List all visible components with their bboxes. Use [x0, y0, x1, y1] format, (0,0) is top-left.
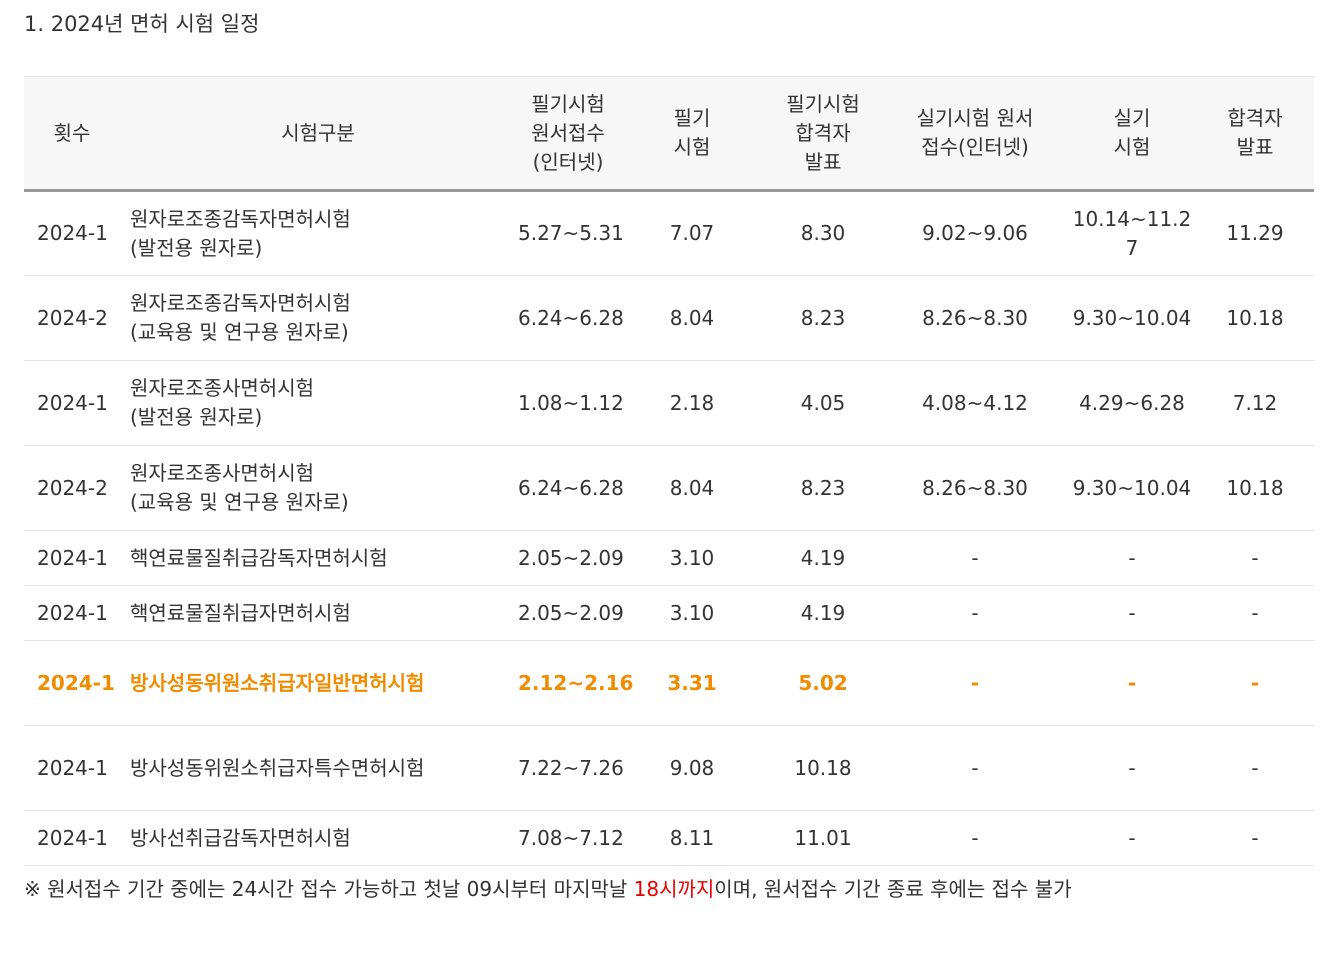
cell-practical-exam: - — [1068, 585, 1196, 641]
cell-practical-apply: 8.26~8.30 — [882, 445, 1068, 531]
cell-exam-type: 원자로조종사면허시험 (교육용 및 연구용 원자로) — [120, 445, 516, 531]
cell-written-apply: 2.12~2.16 — [516, 640, 633, 726]
cell-round: 2024-1 — [24, 810, 120, 866]
cell-round: 2024-1 — [24, 725, 120, 811]
cell-written-result: 11.01 — [764, 810, 882, 866]
cell-written-result: 4.19 — [764, 530, 882, 586]
footnote-text: ※ 원서접수 기간 중에는 24시간 접수 가능하고 첫날 09시부터 마지막날 — [24, 877, 634, 901]
table-row: 2024-2 원자로조종감독자면허시험 (교육용 및 연구용 원자로) 6.24… — [24, 275, 1314, 361]
cell-written-exam: 7.07 — [620, 190, 764, 276]
cell-final-result: 11.29 — [1196, 190, 1314, 276]
header-round: 횟수 — [24, 76, 120, 192]
header-exam-type: 시험구분 — [120, 76, 516, 192]
cell-final-result: - — [1196, 810, 1314, 866]
cell-exam-type: 핵연료물질취급감독자면허시험 — [120, 530, 516, 586]
cell-practical-apply: 4.08~4.12 — [882, 360, 1068, 446]
cell-final-result: - — [1196, 725, 1314, 811]
cell-practical-apply: 8.26~8.30 — [882, 275, 1068, 361]
footnote-text-end: 이며, 원서접수 기간 종료 후에는 접수 불가 — [714, 877, 1072, 901]
header-written-apply: 필기시험 원서접수 (인터넷) — [516, 76, 620, 192]
cell-written-exam: 3.10 — [620, 530, 764, 586]
header-final-result: 합격자 발표 — [1196, 76, 1314, 192]
cell-round: 2024-1 — [24, 530, 120, 586]
cell-exam-type: 방사성동위원소취급자일반면허시험 — [120, 640, 516, 726]
cell-written-exam: 8.04 — [620, 445, 764, 531]
cell-written-exam: 8.04 — [620, 275, 764, 361]
cell-exam-type: 원자로조종사면허시험 (발전용 원자로) — [120, 360, 516, 446]
cell-written-apply: 2.05~2.09 — [516, 530, 624, 586]
cell-exam-type: 방사선취급감독자면허시험 — [120, 810, 516, 866]
cell-practical-apply: - — [882, 640, 1068, 726]
cell-written-result: 8.23 — [764, 275, 882, 361]
cell-final-result: - — [1196, 640, 1314, 726]
footnote-deadline-highlight: 18시까지 — [633, 877, 715, 901]
cell-written-apply: 1.08~1.12 — [516, 360, 624, 446]
cell-practical-apply: - — [882, 530, 1068, 586]
table-row: 2024-1 방사성동위원소취급자특수면허시험 7.22~7.26 9.08 1… — [24, 725, 1314, 811]
cell-written-result: 5.02 — [764, 640, 882, 726]
table-row-highlighted: 2024-1 방사성동위원소취급자일반면허시험 2.12~2.16 3.31 5… — [24, 640, 1314, 726]
cell-written-apply: 6.24~6.28 — [516, 445, 624, 531]
cell-final-result: 7.12 — [1196, 360, 1314, 446]
cell-written-result: 10.18 — [764, 725, 882, 811]
cell-final-result: 10.18 — [1196, 445, 1314, 531]
cell-round: 2024-1 — [24, 640, 120, 726]
cell-practical-exam: - — [1068, 640, 1196, 726]
cell-practical-exam: 10.14~11.2 7 — [1068, 190, 1196, 276]
table-body: 2024-1 원자로조종감독자면허시험 (발전용 원자로) 5.27~5.31 … — [24, 190, 1314, 866]
cell-practical-exam: 4.29~6.28 — [1068, 360, 1196, 446]
cell-practical-exam: 9.30~10.04 — [1068, 445, 1196, 531]
table-row: 2024-1 원자로조종사면허시험 (발전용 원자로) 1.08~1.12 2.… — [24, 360, 1314, 446]
header-written-exam: 필기 시험 — [620, 76, 764, 192]
cell-written-exam: 8.11 — [620, 810, 764, 866]
cell-practical-apply: - — [882, 810, 1068, 866]
cell-written-apply: 7.22~7.26 — [516, 725, 624, 811]
application-footnote: ※ 원서접수 기간 중에는 24시간 접수 가능하고 첫날 09시부터 마지막날… — [24, 870, 1284, 908]
header-practical-apply: 실기시험 원서 접수(인터넷) — [882, 76, 1068, 192]
cell-exam-type: 핵연료물질취급자면허시험 — [120, 585, 516, 641]
header-written-result: 필기시험 합격자 발표 — [764, 76, 882, 192]
cell-exam-type: 원자로조종감독자면허시험 (교육용 및 연구용 원자로) — [120, 275, 516, 361]
cell-written-apply: 6.24~6.28 — [516, 275, 624, 361]
table-header: 횟수 시험구분 필기시험 원서접수 (인터넷) 필기 시험 필기시험 합격자 발… — [24, 76, 1314, 192]
cell-written-exam: 9.08 — [620, 725, 764, 811]
cell-round: 2024-1 — [24, 360, 120, 446]
cell-practical-exam: 9.30~10.04 — [1068, 275, 1196, 361]
cell-written-result: 4.19 — [764, 585, 882, 641]
cell-practical-apply: - — [882, 585, 1068, 641]
cell-written-result: 8.23 — [764, 445, 882, 531]
table-row: 2024-1 방사선취급감독자면허시험 7.08~7.12 8.11 11.01… — [24, 810, 1314, 866]
cell-written-result: 8.30 — [764, 190, 882, 276]
cell-round: 2024-1 — [24, 585, 120, 641]
cell-exam-type: 원자로조종감독자면허시험 (발전용 원자로) — [120, 190, 516, 276]
cell-practical-exam: - — [1068, 810, 1196, 866]
cell-practical-exam: - — [1068, 725, 1196, 811]
cell-written-result: 4.05 — [764, 360, 882, 446]
cell-written-exam: 2.18 — [620, 360, 764, 446]
cell-round: 2024-2 — [24, 275, 120, 361]
cell-round: 2024-2 — [24, 445, 120, 531]
table-row: 2024-1 원자로조종감독자면허시험 (발전용 원자로) 5.27~5.31 … — [24, 190, 1314, 276]
page-title: 1. 2024년 면허 시험 일정 — [24, 12, 260, 36]
cell-final-result: - — [1196, 530, 1314, 586]
table-row: 2024-1 핵연료물질취급자면허시험 2.05~2.09 3.10 4.19 … — [24, 585, 1314, 641]
cell-written-exam: 3.10 — [620, 585, 764, 641]
cell-exam-type: 방사성동위원소취급자특수면허시험 — [120, 725, 516, 811]
cell-final-result: - — [1196, 585, 1314, 641]
header-row: 횟수 시험구분 필기시험 원서접수 (인터넷) 필기 시험 필기시험 합격자 발… — [24, 76, 1314, 192]
cell-practical-apply: - — [882, 725, 1068, 811]
cell-written-apply: 7.08~7.12 — [516, 810, 624, 866]
cell-practical-exam: - — [1068, 530, 1196, 586]
header-practical-exam: 실기 시험 — [1068, 76, 1196, 192]
table-row: 2024-1 핵연료물질취급감독자면허시험 2.05~2.09 3.10 4.1… — [24, 530, 1314, 586]
cell-practical-apply: 9.02~9.06 — [882, 190, 1068, 276]
cell-round: 2024-1 — [24, 190, 120, 276]
cell-written-apply: 2.05~2.09 — [516, 585, 624, 641]
cell-written-apply: 5.27~5.31 — [516, 190, 624, 276]
cell-written-exam: 3.31 — [620, 640, 764, 726]
cell-final-result: 10.18 — [1196, 275, 1314, 361]
exam-schedule-table: 횟수 시험구분 필기시험 원서접수 (인터넷) 필기 시험 필기시험 합격자 발… — [24, 76, 1314, 866]
table-row: 2024-2 원자로조종사면허시험 (교육용 및 연구용 원자로) 6.24~6… — [24, 445, 1314, 531]
